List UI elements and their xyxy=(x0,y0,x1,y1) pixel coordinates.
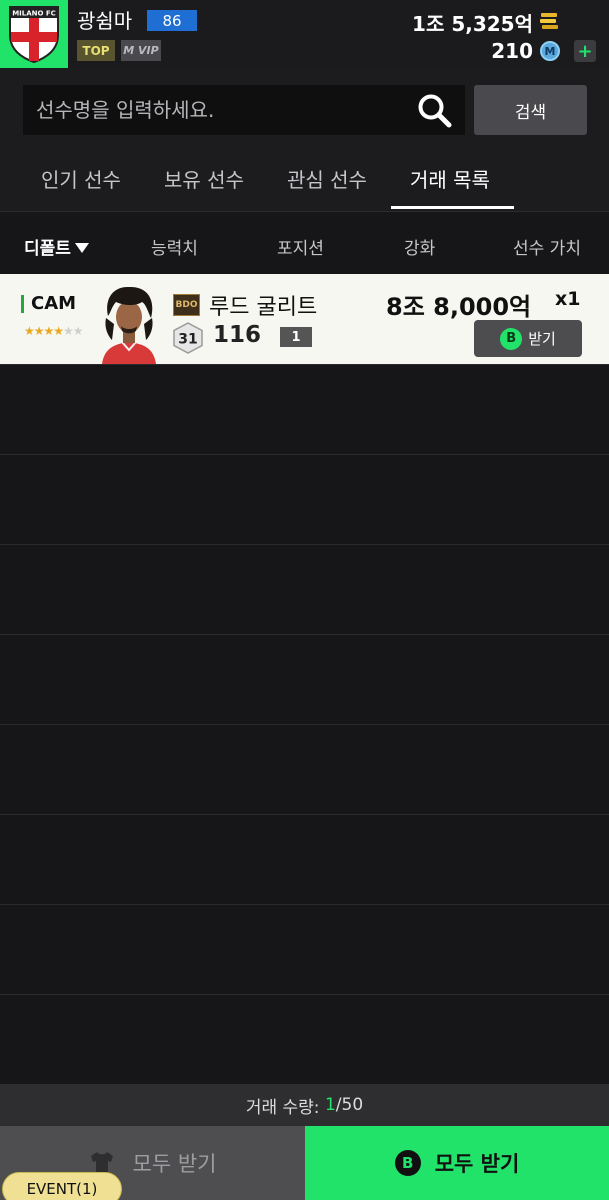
vip-label: VIP xyxy=(138,44,159,57)
club-badge[interactable]: MILANO FC xyxy=(0,0,68,68)
trade-count-total: /50 xyxy=(335,1095,364,1115)
search-input[interactable] xyxy=(23,85,465,135)
player-name: 루드 굴리트 xyxy=(209,295,318,320)
tab-owned-players[interactable]: 보유 선수 xyxy=(164,164,244,193)
search-area: 검색 xyxy=(0,68,609,150)
m-points-icon: M xyxy=(540,41,560,61)
receive-button[interactable]: B 받기 xyxy=(474,320,582,357)
tab-trade-list[interactable]: 거래 목록 xyxy=(410,164,490,193)
player-position: CAM xyxy=(31,293,77,314)
tab-popular-players[interactable]: 인기 선수 xyxy=(41,164,121,193)
top-badge: TOP xyxy=(77,40,115,61)
stars-empty: ★★ xyxy=(63,324,83,338)
empty-slot xyxy=(0,454,609,544)
empty-slot xyxy=(0,634,609,724)
b-coin-icon: B xyxy=(500,327,523,350)
search-icon[interactable] xyxy=(416,92,454,130)
points-amount: 210 xyxy=(491,39,533,63)
player-photo xyxy=(102,286,156,364)
receive-label: 받기 xyxy=(528,330,556,348)
season-icon: BDO xyxy=(173,294,200,316)
empty-slot xyxy=(0,544,609,634)
sort-ability[interactable]: 능력치 xyxy=(151,234,198,259)
empty-slot xyxy=(0,724,609,814)
trade-row[interactable]: CAM ★★★★★★ BDO 루드 굴리트 31 116 1 8조 8,000억… xyxy=(0,274,609,364)
sort-value[interactable]: 선수 가치 xyxy=(513,234,581,259)
sort-enhance[interactable]: 강화 xyxy=(404,234,435,259)
empty-slot xyxy=(0,814,609,904)
sort-position[interactable]: 포지션 xyxy=(277,234,324,259)
trade-count-bar: 거래 수량: 1/50 xyxy=(0,1084,609,1126)
currency-amount: 1조 5,325억 xyxy=(412,12,533,36)
grade-hexagon-icon: 31 xyxy=(173,322,203,354)
caret-down-icon xyxy=(74,243,89,253)
claim-all-currency-label: 모두 받기 xyxy=(434,1152,520,1176)
search-button[interactable]: 검색 xyxy=(474,85,587,135)
grade-value: 31 xyxy=(178,332,197,348)
trade-quantity: x1 xyxy=(555,288,581,310)
b-coin-icon: B xyxy=(394,1150,421,1176)
user-name: 광쉼마 xyxy=(77,9,133,33)
add-currency-button[interactable]: + xyxy=(574,40,596,62)
claim-all-items-label: 모두 받기 xyxy=(132,1152,217,1176)
empty-slot xyxy=(0,994,609,1084)
star-rating: ★★★★★★ xyxy=(24,324,84,338)
trade-list: CAM ★★★★★★ BDO 루드 굴리트 31 116 1 8조 8,000억… xyxy=(0,274,609,1084)
tab-bar: 인기 선수 보유 선수 관심 선수 거래 목록 xyxy=(0,150,609,212)
vip-m-icon: M xyxy=(123,44,139,57)
stars-filled: ★★★★ xyxy=(24,324,64,338)
trade-price: 8조 8,000억 xyxy=(386,293,532,321)
coin-stack-icon xyxy=(540,13,558,29)
claim-all-currency-button[interactable]: B 모두 받기 xyxy=(305,1126,609,1200)
player-ovr: 116 xyxy=(213,322,262,348)
club-crest-icon: MILANO FC xyxy=(9,6,59,63)
event-badge[interactable]: EVENT(1) xyxy=(2,1172,122,1200)
active-tab-indicator xyxy=(391,206,514,209)
sort-bar: 디폴트 능력치 포지션 강화 선수 가치 xyxy=(0,213,609,274)
top-bar: MILANO FC 광쉼마 86 TOP M VIP 1조 5,325억 210… xyxy=(0,0,609,68)
position-color-bar xyxy=(21,295,24,313)
trade-count-current: 1 xyxy=(324,1095,336,1115)
level-badge: 86 xyxy=(147,10,197,31)
empty-slot xyxy=(0,364,609,454)
empty-slot xyxy=(0,904,609,994)
club-crest-text: MILANO FC xyxy=(12,10,56,18)
vip-badge: M VIP xyxy=(121,40,161,61)
enhance-badge: 1 xyxy=(280,327,312,347)
trade-count-label: 거래 수량: xyxy=(245,1097,320,1118)
tab-watch-players[interactable]: 관심 선수 xyxy=(287,164,367,193)
sort-default-dropdown[interactable]: 디폴트 xyxy=(24,234,89,259)
sort-default-label: 디폴트 xyxy=(24,239,71,259)
